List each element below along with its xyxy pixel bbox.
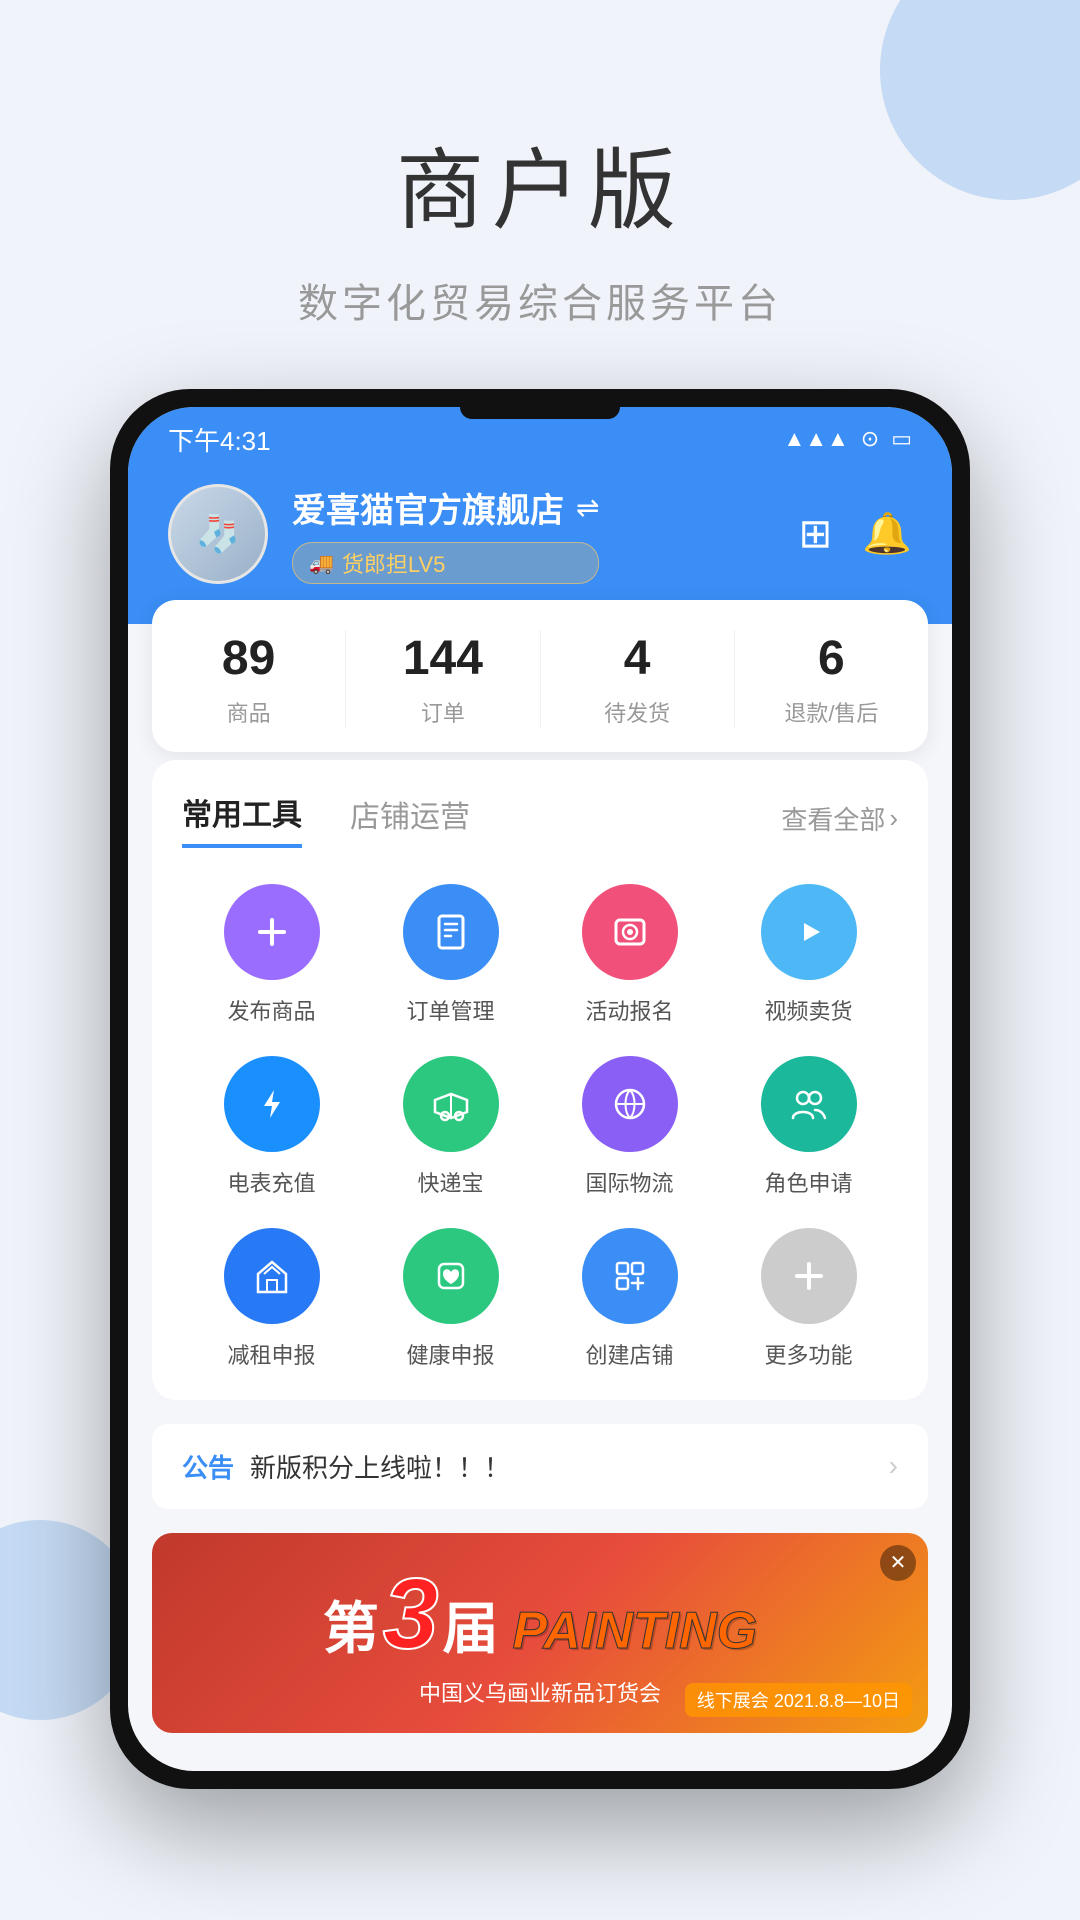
status-icons: ▲▲▲ ⊙ ▭ — [783, 426, 912, 452]
stat-products[interactable]: 89 商品 — [152, 630, 346, 728]
tool-rent-reduce-icon — [224, 1228, 320, 1324]
tool-intl-logistics[interactable]: 国际物流 — [540, 1056, 719, 1198]
banner-jie: 届 — [443, 1584, 499, 1665]
tool-video-sell[interactable]: 视频卖货 — [719, 884, 898, 1026]
tools-tabs: 常用工具 店铺运营 查看全部 › — [182, 790, 898, 848]
banner-number: 3 — [383, 1557, 439, 1672]
banner-date-badge: 线下展会 2021.8.8—10日 — [685, 1683, 912, 1717]
tool-rent-reduce-label: 减租申报 — [227, 1338, 315, 1370]
tool-more-functions-label: 更多功能 — [764, 1338, 852, 1370]
tool-intl-logistics-label: 国际物流 — [585, 1166, 673, 1198]
tool-express[interactable]: 快递宝 — [361, 1056, 540, 1198]
tool-publish-product[interactable]: 发布商品 — [182, 884, 361, 1026]
avatar[interactable]: 🧦 — [168, 484, 268, 584]
store-name-row: 爱喜猫官方旗舰店 ⇌ — [292, 483, 599, 532]
notice-arrow-icon: › — [889, 1450, 898, 1482]
header-section: 商户版 数字化贸易综合服务平台 — [0, 0, 1080, 389]
stat-refund[interactable]: 6 退款/售后 — [735, 630, 928, 728]
stat-orders-label: 订单 — [346, 696, 539, 728]
level-badge: 🚚 货郎担LV5 — [292, 542, 599, 584]
status-time: 下午4:31 — [168, 421, 271, 458]
tool-health-report[interactable]: 健康申报 — [361, 1228, 540, 1370]
tool-activity-signup-icon — [582, 884, 678, 980]
banner-di: 第 — [323, 1584, 379, 1665]
scan-icon[interactable]: ⊞ — [799, 511, 833, 557]
tool-order-manage-icon — [403, 884, 499, 980]
chevron-right-icon: › — [889, 803, 898, 834]
profile-right: ⊞ 🔔 — [799, 510, 912, 557]
stat-pending-label: 待发货 — [541, 696, 734, 728]
tool-electric-recharge-label: 电表充值 — [227, 1166, 315, 1198]
profile-left: 🧦 爱喜猫官方旗舰店 ⇌ 🚚 货郎担LV5 — [168, 483, 599, 584]
phone-frame: 下午4:31 ▲▲▲ ⊙ ▭ 🧦 爱喜猫官方旗舰店 — [110, 389, 970, 1789]
view-all-label: 查看全部 — [781, 800, 885, 837]
tab-common-tools[interactable]: 常用工具 — [182, 790, 302, 848]
tool-role-apply-icon — [761, 1056, 857, 1152]
tool-express-icon — [403, 1056, 499, 1152]
wifi-icon: ⊙ — [861, 426, 879, 452]
tool-order-manage-label: 订单管理 — [406, 994, 494, 1026]
banner-close-button[interactable]: ✕ — [880, 1545, 916, 1581]
profile-row: 🧦 爱喜猫官方旗舰店 ⇌ 🚚 货郎担LV5 — [168, 483, 912, 584]
tool-order-manage[interactable]: 订单管理 — [361, 884, 540, 1026]
badge-icon: 🚚 — [309, 551, 334, 576]
banner-painting: PAINTING — [513, 1601, 758, 1661]
stat-refund-label: 退款/售后 — [735, 696, 928, 728]
signal-icon: ▲▲▲ — [783, 426, 848, 452]
tool-electric-recharge[interactable]: 电表充值 — [182, 1056, 361, 1198]
tools-grid: 发布商品 订单管理 活动报名 — [182, 884, 898, 1370]
banner-title-row: 第 3 届 PAINTING — [323, 1557, 757, 1672]
stat-products-number: 89 — [152, 630, 345, 688]
notice-tag: 公告 — [182, 1448, 234, 1485]
switch-store-icon[interactable]: ⇌ — [576, 491, 599, 524]
tool-health-report-icon — [403, 1228, 499, 1324]
tool-publish-product-label: 发布商品 — [227, 994, 315, 1026]
tool-role-apply-label: 角色申请 — [764, 1166, 852, 1198]
page-title: 商户版 — [0, 120, 1080, 247]
stat-pending-number: 4 — [541, 630, 734, 688]
tool-electric-recharge-icon — [224, 1056, 320, 1152]
tool-health-report-label: 健康申报 — [406, 1338, 494, 1370]
battery-icon: ▭ — [891, 426, 912, 452]
tool-activity-signup-label: 活动报名 — [585, 994, 673, 1026]
stat-products-label: 商品 — [152, 696, 345, 728]
stat-orders-number: 144 — [346, 630, 539, 688]
notification-icon[interactable]: 🔔 — [862, 510, 912, 557]
tool-more-functions-icon — [761, 1228, 857, 1324]
stat-refund-number: 6 — [735, 630, 928, 688]
phone-notch — [460, 407, 620, 419]
banner[interactable]: 第 3 届 PAINTING 中国义乌画业新品订货会 ✕ 线下展会 2021.8… — [152, 1533, 928, 1733]
notice-text: 新版积分上线啦！！！ — [250, 1448, 873, 1485]
tool-create-store-label: 创建店铺 — [585, 1338, 673, 1370]
store-name: 爱喜猫官方旗舰店 — [292, 483, 564, 532]
profile-info: 爱喜猫官方旗舰店 ⇌ 🚚 货郎担LV5 — [292, 483, 599, 584]
page-subtitle: 数字化贸易综合服务平台 — [0, 271, 1080, 329]
avatar-image: 🧦 — [171, 487, 265, 581]
tool-rent-reduce[interactable]: 减租申报 — [182, 1228, 361, 1370]
stat-pending[interactable]: 4 待发货 — [541, 630, 735, 728]
tool-publish-product-icon — [224, 884, 320, 980]
tool-create-store-icon — [582, 1228, 678, 1324]
tool-express-label: 快递宝 — [417, 1166, 483, 1198]
tool-role-apply[interactable]: 角色申请 — [719, 1056, 898, 1198]
tool-intl-logistics-icon — [582, 1056, 678, 1152]
tool-video-sell-icon — [761, 884, 857, 980]
tab-store-ops[interactable]: 店铺运营 — [350, 792, 470, 846]
tool-create-store[interactable]: 创建店铺 — [540, 1228, 719, 1370]
phone-wrapper: 下午4:31 ▲▲▲ ⊙ ▭ 🧦 爱喜猫官方旗舰店 — [0, 389, 1080, 1789]
tools-section: 常用工具 店铺运营 查看全部 › 发布商品 — [152, 760, 928, 1400]
stats-card: 89 商品 144 订单 4 待发货 6 退款/售后 — [152, 600, 928, 752]
notice-bar[interactable]: 公告 新版积分上线啦！！！ › — [152, 1424, 928, 1509]
stat-orders[interactable]: 144 订单 — [346, 630, 540, 728]
tool-activity-signup[interactable]: 活动报名 — [540, 884, 719, 1026]
tool-video-sell-label: 视频卖货 — [764, 994, 852, 1026]
tool-more-functions[interactable]: 更多功能 — [719, 1228, 898, 1370]
badge-label: 货郎担LV5 — [342, 547, 446, 579]
phone-screen: 下午4:31 ▲▲▲ ⊙ ▭ 🧦 爱喜猫官方旗舰店 — [128, 407, 952, 1771]
view-all-button[interactable]: 查看全部 › — [781, 800, 898, 837]
